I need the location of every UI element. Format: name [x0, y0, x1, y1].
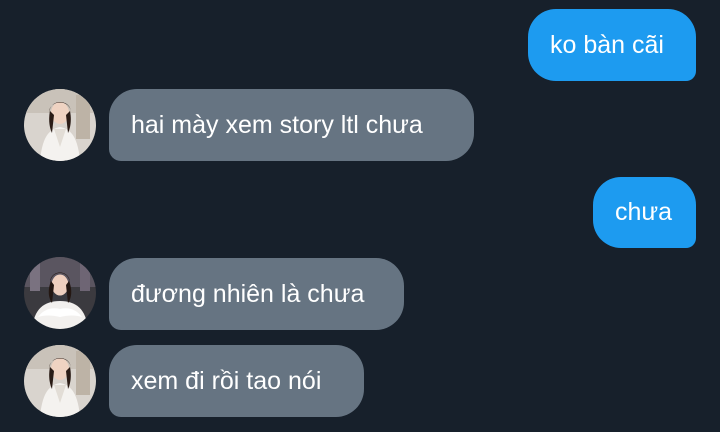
avatar[interactable] [24, 89, 96, 161]
message-bubble-outgoing[interactable]: ko bàn cãi [528, 9, 696, 81]
message-bubble-incoming[interactable]: hai mày xem story ltl chưa [109, 89, 474, 161]
message-text: xem đi rồi tao nói [131, 366, 322, 395]
message-bubble-incoming[interactable]: xem đi rồi tao nói [109, 345, 364, 417]
avatar[interactable] [24, 345, 96, 417]
profile-photo-icon [24, 345, 96, 417]
message-text: đương nhiên là chưa [131, 279, 365, 308]
message-text: hai mày xem story ltl chưa [131, 110, 423, 139]
message-text: chưa [615, 198, 673, 226]
message-bubble-incoming[interactable]: đương nhiên là chưa [109, 258, 404, 330]
message-bubble-outgoing[interactable]: chưa [593, 177, 696, 248]
profile-photo-icon [24, 89, 96, 161]
profile-photo-icon [24, 257, 96, 329]
message-text: ko bàn cãi [550, 30, 664, 59]
chat-thread: ko bàn cãi hai mày xem story ltl chưa ch… [0, 0, 720, 432]
avatar[interactable] [24, 257, 96, 329]
